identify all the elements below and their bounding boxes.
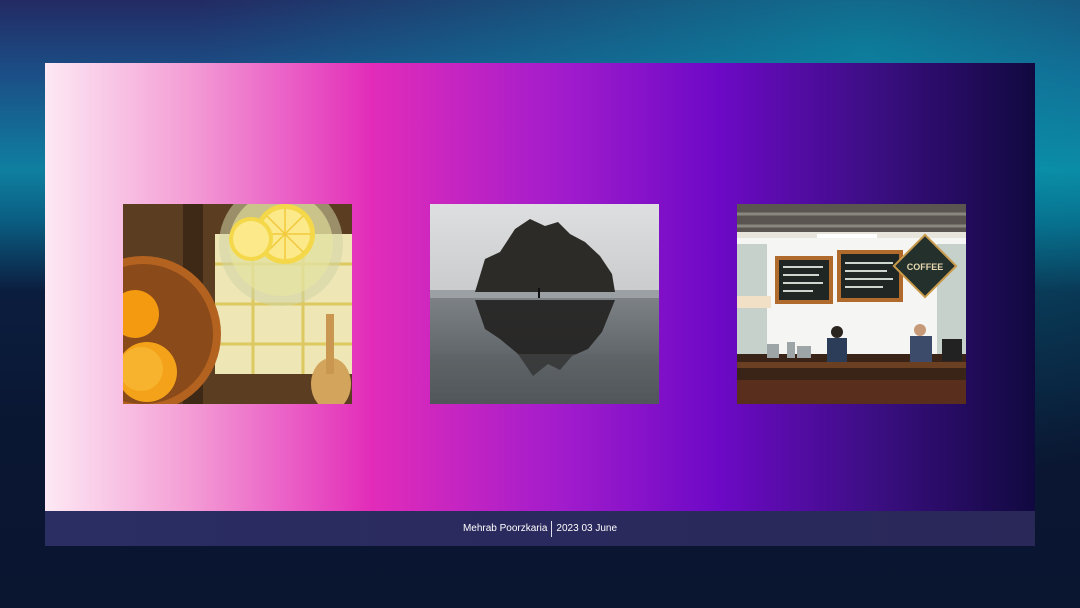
footer-date: 2023 03 June xyxy=(556,523,618,534)
slide-canvas: COFFEE xyxy=(45,63,1035,511)
coffee-sign-text: COFFEE xyxy=(907,262,944,272)
lemon-photo xyxy=(123,204,352,404)
coffee-shop-photo: COFFEE xyxy=(737,204,966,404)
slide-footer: Mehrab Poorzkaria 2023 03 June xyxy=(45,511,1035,546)
footer-divider xyxy=(551,520,553,537)
sea-rock-photo xyxy=(430,204,659,404)
author-name: Mehrab Poorzkaria xyxy=(462,523,548,534)
